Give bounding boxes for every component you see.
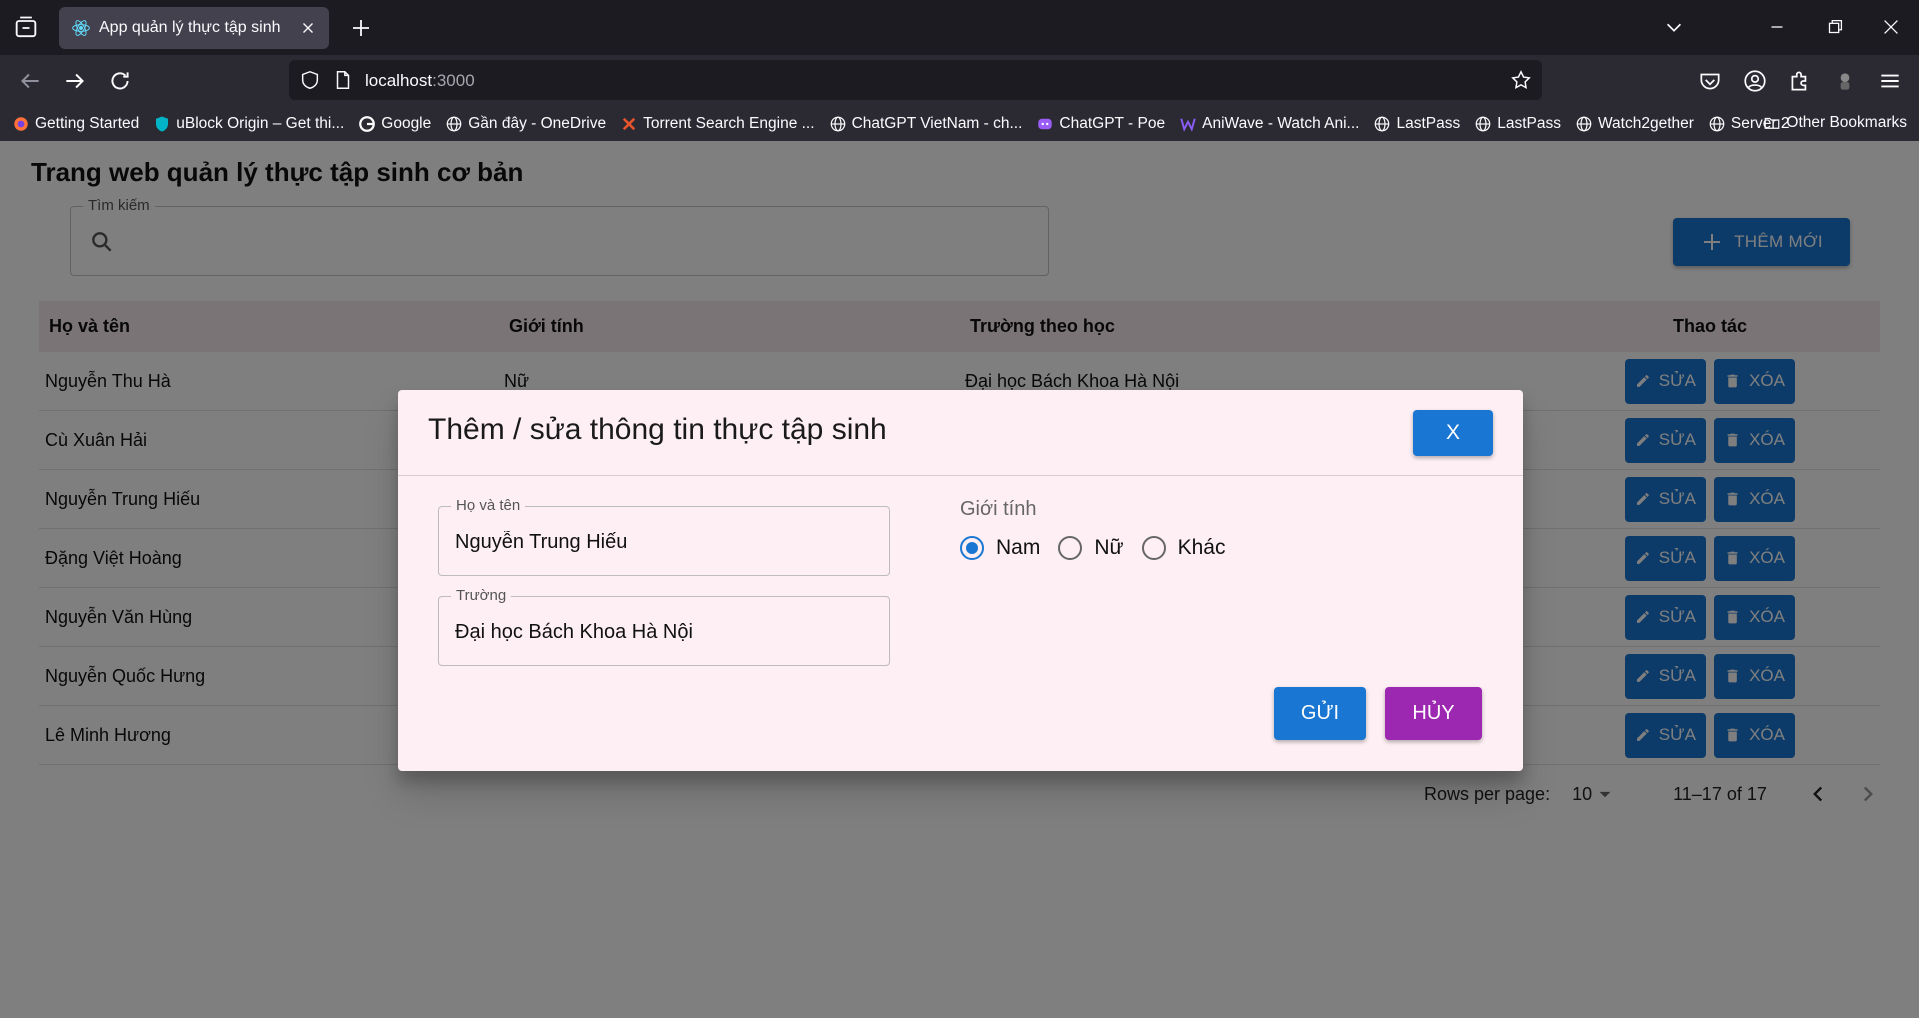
forward-icon[interactable]: [62, 68, 88, 94]
bookmark-item[interactable]: LastPass: [1474, 115, 1561, 133]
aniwave-icon: [1179, 115, 1197, 133]
globe-icon: [1708, 115, 1726, 133]
bookmark-item[interactable]: Google: [358, 115, 431, 133]
name-field[interactable]: Họ và tên: [438, 497, 890, 576]
bookmark-item[interactable]: LastPass: [1373, 115, 1460, 133]
gender-label: Giới tính: [960, 498, 1037, 520]
bookmark-label: ChatGPT - Poe: [1059, 115, 1166, 132]
reload-icon[interactable]: [107, 68, 133, 94]
bookmark-item[interactable]: ChatGPT - Poe: [1036, 115, 1165, 133]
browser-tab-active[interactable]: App quản lý thực tập sinh: [59, 7, 329, 49]
globe-icon: [1474, 115, 1492, 133]
bookmark-item[interactable]: AniWave - Watch Ani...: [1179, 115, 1359, 133]
tab-title: App quản lý thực tập sinh: [99, 19, 281, 36]
google-icon: [358, 115, 376, 133]
school-input[interactable]: [455, 613, 875, 651]
bookmarks-toolbar: Getting Started uBlock Origin – Get thi..…: [0, 107, 1919, 141]
bookmark-star-icon[interactable]: [1510, 69, 1532, 91]
browser-tab-bar: App quản lý thực tập sinh: [0, 0, 1919, 55]
dialog-close-button[interactable]: X: [1413, 410, 1493, 456]
firefox-icon: [12, 115, 30, 133]
close-window-icon[interactable]: [1880, 16, 1902, 38]
extensions-icon[interactable]: [1787, 68, 1813, 94]
bookmark-label: Getting Started: [35, 115, 140, 132]
submit-button[interactable]: GỬI: [1274, 687, 1366, 740]
intern-dialog: Thêm / sửa thông tin thực tập sinh X Họ …: [398, 390, 1523, 771]
poe-icon: [1036, 115, 1054, 133]
bookmark-item[interactable]: uBlock Origin – Get thi...: [153, 115, 344, 133]
bookmark-item[interactable]: ChatGPT VietNam - ch...: [829, 115, 1023, 133]
gender-option-khac[interactable]: Khác: [1141, 536, 1226, 560]
back-icon[interactable]: [17, 68, 43, 94]
gender-option-label: Nam: [996, 536, 1041, 559]
account-icon[interactable]: [1742, 68, 1768, 94]
tab-list-icon[interactable]: [12, 14, 40, 42]
gender-option-label: Nữ: [1094, 536, 1124, 559]
new-tab-icon[interactable]: [349, 16, 373, 40]
school-legend: Trường: [451, 587, 512, 604]
bookmark-item[interactable]: Torrent Search Engine ...: [620, 115, 815, 133]
restore-icon[interactable]: [1824, 16, 1846, 38]
page-icon[interactable]: [332, 69, 354, 91]
globe-icon: [1575, 115, 1593, 133]
dialog-divider: [398, 475, 1523, 476]
name-input[interactable]: [455, 523, 875, 561]
other-bookmarks[interactable]: Other Bookmarks: [1763, 114, 1907, 132]
bookmark-label: Torrent Search Engine ...: [643, 115, 815, 132]
gender-option-nam[interactable]: Nam: [960, 536, 1040, 560]
url-bar[interactable]: localhost:3000: [289, 60, 1542, 100]
globe-icon: [445, 115, 463, 133]
bookmark-label: LastPass: [1396, 115, 1461, 132]
radio-checked-icon[interactable]: [960, 536, 984, 560]
pocket-icon[interactable]: [1697, 68, 1723, 94]
bookmark-label: AniWave - Watch Ani...: [1202, 115, 1360, 132]
tab-overflow-chevron-icon[interactable]: [1663, 16, 1685, 38]
extension-avatar-icon[interactable]: [1832, 68, 1858, 94]
react-icon: [72, 20, 90, 36]
bookmark-label: uBlock Origin – Get thi...: [176, 115, 345, 132]
url-text[interactable]: localhost:3000: [365, 71, 475, 91]
browser-nav-bar: localhost:3000: [0, 55, 1919, 107]
other-bookmarks-label: Other Bookmarks: [1786, 114, 1907, 131]
gender-radio-group: Nam Nữ Khác: [960, 536, 1243, 560]
globe-icon: [829, 115, 847, 133]
torrent-icon: [620, 115, 638, 133]
school-field[interactable]: Trường: [438, 587, 890, 666]
ublock-icon: [153, 115, 171, 133]
globe-icon: [1373, 115, 1391, 133]
bookmark-item[interactable]: Gần đây - OneDrive: [445, 115, 606, 133]
bookmark-label: Google: [381, 115, 432, 132]
bookmark-item[interactable]: Watch2gether: [1575, 115, 1694, 133]
name-legend: Họ và tên: [451, 497, 526, 514]
bookmark-label: Watch2gether: [1598, 115, 1694, 132]
shield-icon[interactable]: [299, 69, 321, 91]
minimize-icon[interactable]: [1766, 16, 1788, 38]
radio-unchecked-icon[interactable]: [1058, 536, 1083, 560]
gender-option-label: Khác: [1177, 536, 1226, 559]
dialog-title: Thêm / sửa thông tin thực tập sinh: [428, 413, 887, 446]
bookmark-item[interactable]: Getting Started: [12, 115, 139, 133]
bookmark-label: ChatGPT VietNam - ch...: [851, 115, 1023, 132]
menu-icon[interactable]: [1877, 68, 1903, 94]
gender-option-nu[interactable]: Nữ: [1058, 536, 1124, 560]
bookmark-label: Gần đây - OneDrive: [468, 115, 607, 132]
radio-unchecked-icon[interactable]: [1141, 536, 1166, 560]
bookmark-label: LastPass: [1497, 115, 1561, 132]
cancel-button[interactable]: HỦY: [1385, 687, 1482, 740]
folder-icon: [1765, 117, 1780, 129]
close-tab-icon[interactable]: [299, 19, 317, 37]
